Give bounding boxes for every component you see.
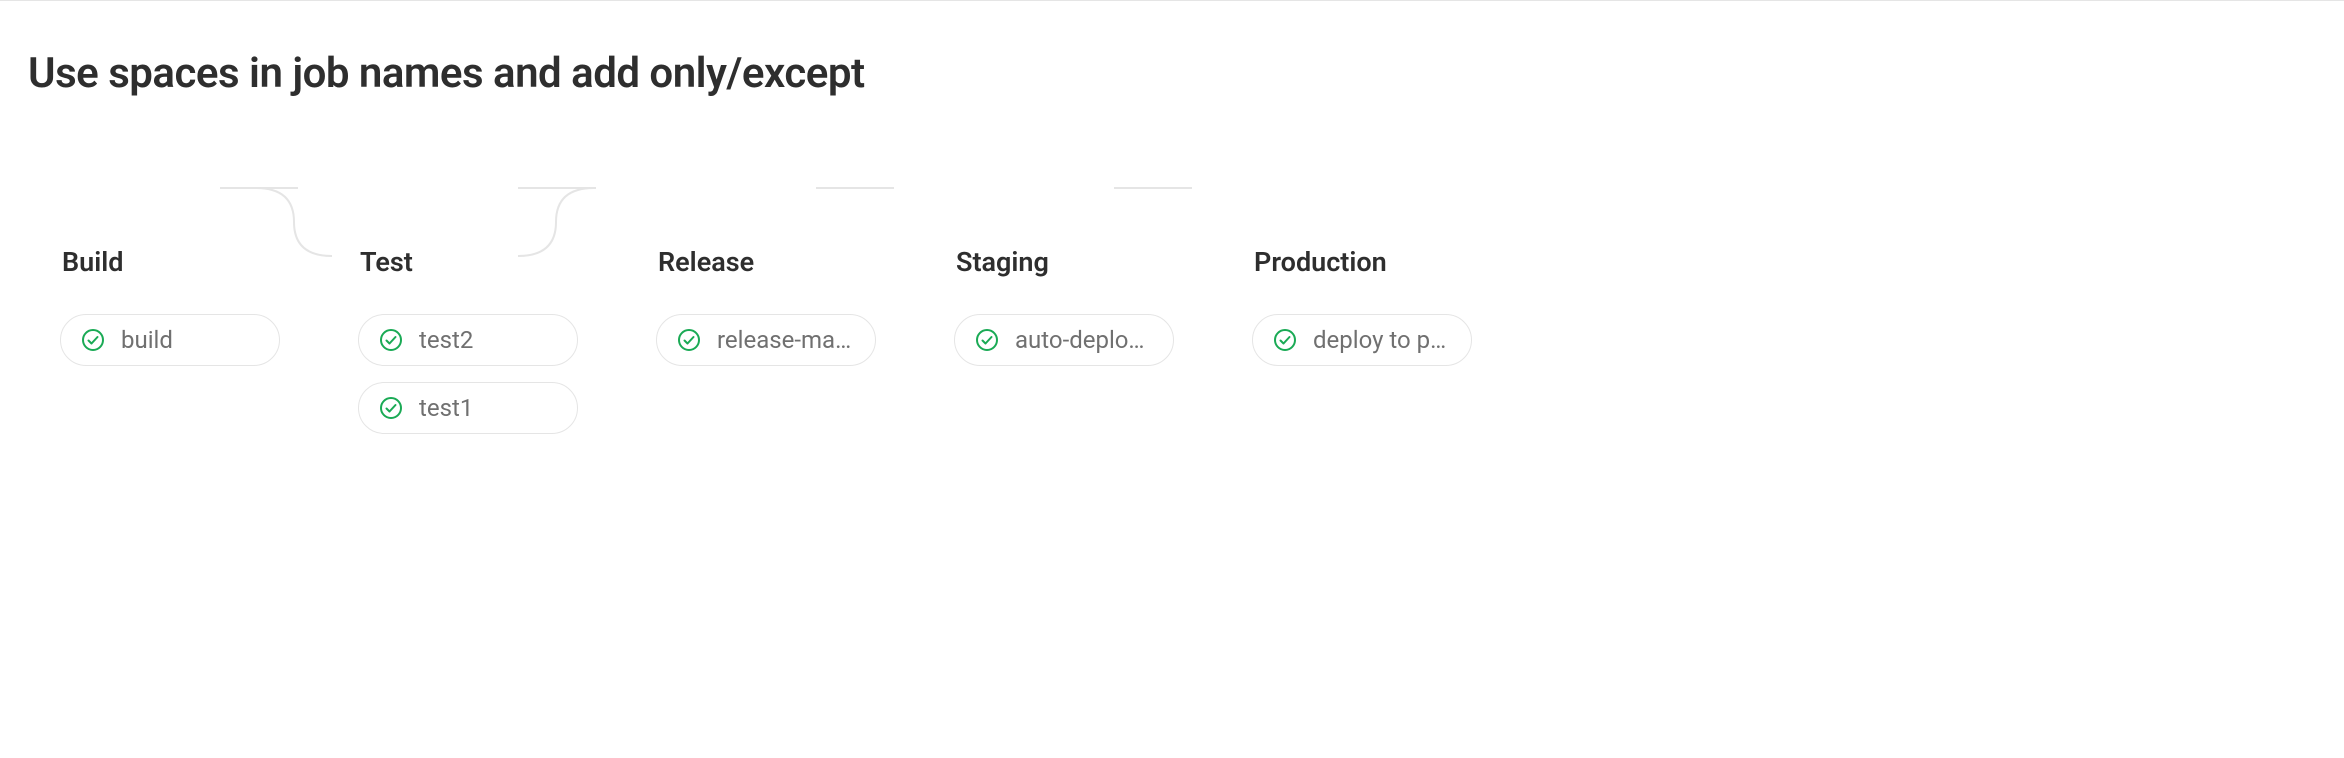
stage-label: Release [656, 246, 954, 278]
stage-label: Build [60, 246, 358, 278]
success-icon [379, 328, 403, 352]
job-pill-test1[interactable]: test1 [358, 382, 578, 434]
job-label: auto-deploy-m... [1015, 326, 1153, 354]
job-label: build [121, 326, 173, 354]
success-icon [1273, 328, 1297, 352]
job-pill-release-master[interactable]: release-master [656, 314, 876, 366]
stage-label: Test [358, 246, 656, 278]
job-label: test2 [419, 326, 473, 354]
job-pill-build[interactable]: build [60, 314, 280, 366]
success-icon [677, 328, 701, 352]
job-pill-auto-deploy[interactable]: auto-deploy-m... [954, 314, 1174, 366]
stage-label: Production [1252, 246, 1550, 278]
success-icon [379, 396, 403, 420]
success-icon [81, 328, 105, 352]
stage-column-staging: Staging auto-deploy-m... [954, 246, 1252, 450]
success-icon [975, 328, 999, 352]
stage-column-production: Production deploy to prod... [1252, 246, 1550, 450]
stage-label: Staging [954, 246, 1252, 278]
job-pill-test2[interactable]: test2 [358, 314, 578, 366]
stage-column-release: Release release-master [656, 246, 954, 450]
pipeline-graph: Build build Test test2 [0, 98, 2344, 450]
stage-column-test: Test test2 test1 [358, 246, 656, 450]
page-title: Use spaces in job names and add only/exc… [0, 1, 2344, 98]
job-pill-deploy-prod[interactable]: deploy to prod... [1252, 314, 1472, 366]
job-label: deploy to prod... [1313, 326, 1451, 354]
stage-column-build: Build build [60, 246, 358, 450]
job-label: release-master [717, 326, 855, 354]
job-label: test1 [419, 394, 473, 422]
